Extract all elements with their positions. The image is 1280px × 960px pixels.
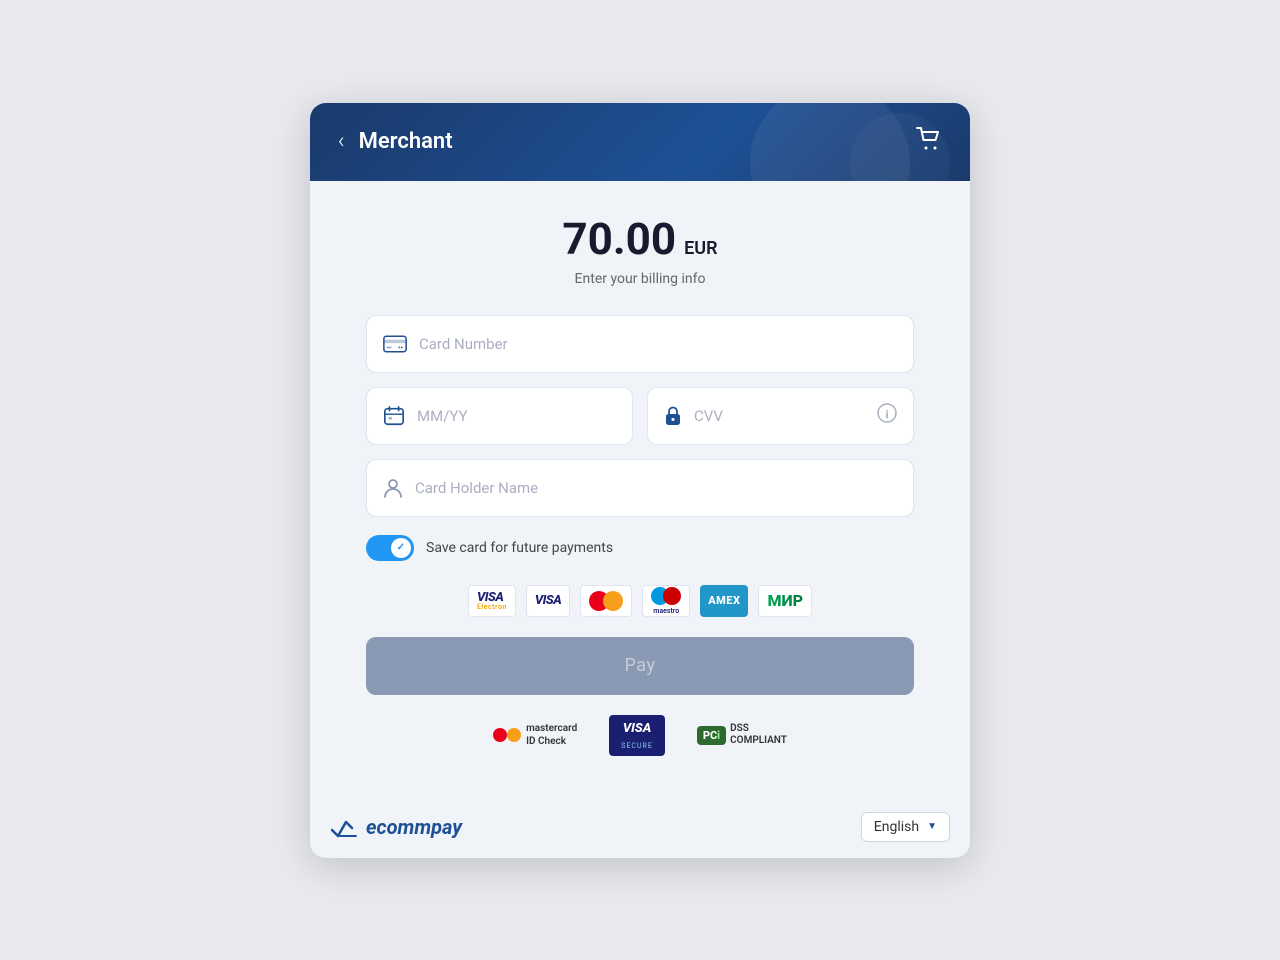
card-number-wrapper bbox=[366, 315, 914, 373]
language-arrow-icon: ▼ bbox=[927, 821, 937, 832]
cvv-input[interactable] bbox=[694, 407, 865, 425]
svg-text:i: i bbox=[885, 407, 889, 421]
toggle-knob: ✓ bbox=[391, 538, 411, 558]
card-number-group bbox=[366, 315, 914, 373]
user-icon bbox=[383, 477, 403, 499]
amount-row: 70.00 EUR bbox=[366, 213, 914, 265]
visa-plain-logo: VISA bbox=[526, 585, 570, 617]
expiry-wrapper bbox=[366, 387, 633, 445]
ecommpay-logo[interactable]: ecommpay bbox=[330, 815, 462, 839]
toggle-check-icon: ✓ bbox=[397, 542, 405, 553]
mastercard-logo bbox=[580, 585, 632, 617]
form-body: 70.00 EUR Enter your billing info bbox=[310, 181, 970, 800]
payment-modal: ‹ Merchant 70.00 EUR Enter your billing … bbox=[310, 103, 970, 858]
header: ‹ Merchant bbox=[310, 103, 970, 181]
cardholder-group bbox=[366, 459, 914, 517]
card-logos: VISA Electron VISA maestro bbox=[366, 585, 914, 617]
back-button[interactable]: ‹ Merchant bbox=[338, 129, 453, 154]
calendar-icon bbox=[383, 405, 405, 427]
billing-subtitle: Enter your billing info bbox=[366, 271, 914, 287]
amex-logo: AMEX bbox=[700, 585, 748, 617]
cvv-wrapper: i bbox=[647, 387, 914, 445]
cvv-info-icon[interactable]: i bbox=[877, 403, 897, 428]
visa-secure-logo: VISA SECURE bbox=[609, 715, 665, 756]
save-card-label: Save card for future payments bbox=[426, 540, 613, 556]
card-number-input[interactable] bbox=[419, 335, 897, 353]
ecommpay-brand: ecommpay bbox=[366, 815, 462, 839]
cardholder-input[interactable] bbox=[415, 479, 897, 497]
security-logos: mastercardID Check VISA SECURE PCi DSSCO… bbox=[366, 715, 914, 756]
language-selector[interactable]: English ▼ bbox=[861, 812, 950, 842]
cart-icon[interactable] bbox=[916, 127, 942, 157]
amount-currency: EUR bbox=[684, 238, 717, 259]
save-card-toggle[interactable]: ✓ bbox=[366, 535, 414, 561]
expiry-cvv-group: i bbox=[366, 387, 914, 445]
expiry-input[interactable] bbox=[417, 407, 616, 425]
save-card-row: ✓ Save card for future payments bbox=[366, 535, 914, 561]
cardholder-wrapper bbox=[366, 459, 914, 517]
mastercard-id-check-logo: mastercardID Check bbox=[493, 722, 577, 748]
visa-logo: VISA Electron bbox=[468, 585, 516, 617]
maestro-logo: maestro bbox=[642, 585, 690, 617]
language-label: English bbox=[874, 819, 919, 835]
card-icon bbox=[383, 335, 407, 353]
lock-icon bbox=[664, 405, 682, 427]
pay-button[interactable]: Pay bbox=[366, 637, 914, 695]
amount-value: 70.00 bbox=[562, 213, 676, 265]
merchant-title: Merchant bbox=[359, 129, 453, 154]
mir-logo: МИР bbox=[758, 585, 812, 617]
footer: ecommpay English ▼ bbox=[310, 800, 970, 858]
pci-dss-logo: PCi DSSCOMPLIANT bbox=[697, 723, 787, 747]
amount-section: 70.00 EUR Enter your billing info bbox=[366, 213, 914, 287]
back-icon: ‹ bbox=[338, 131, 345, 153]
